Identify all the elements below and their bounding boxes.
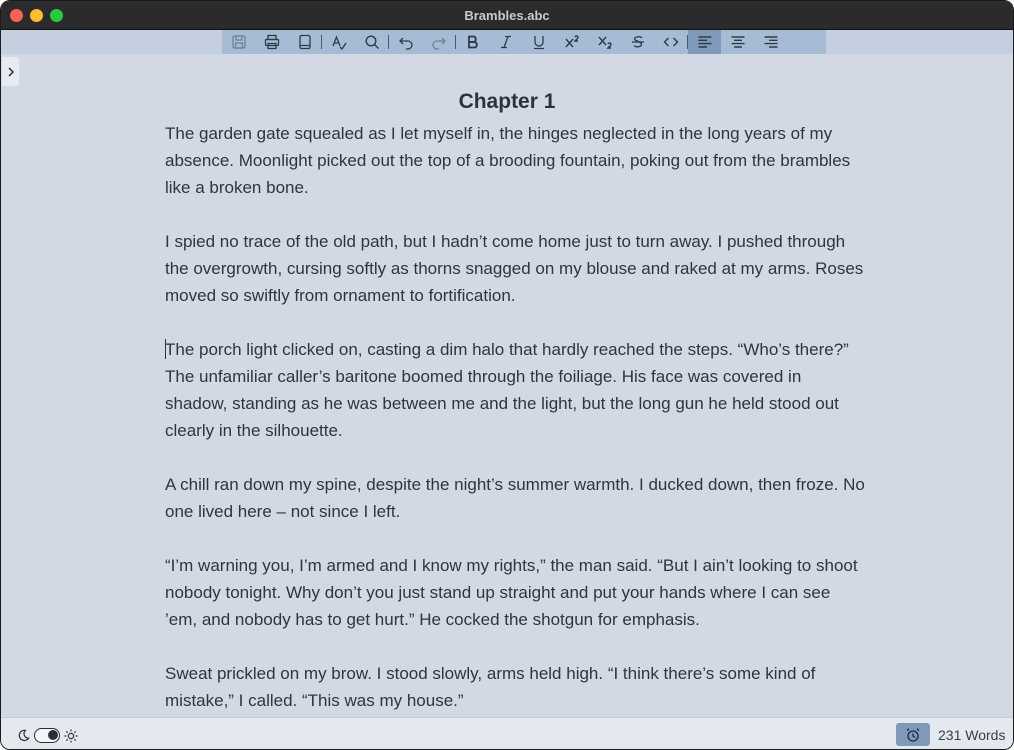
- align-left-button[interactable]: [688, 30, 721, 54]
- save-button[interactable]: [222, 30, 255, 54]
- spellcheck-icon: [331, 35, 347, 50]
- paragraph: Sweat prickled on my brow. I stood slowl…: [165, 664, 816, 710]
- title-bar: Brambles.abc: [1, 1, 1013, 30]
- strikethrough-button[interactable]: [621, 30, 654, 54]
- document-body[interactable]: The garden gate squealed as I let myself…: [165, 120, 865, 717]
- redo-icon: [431, 37, 446, 50]
- superscript-button[interactable]: [555, 30, 588, 54]
- theme-switch[interactable]: [34, 728, 60, 743]
- underline-icon: [533, 36, 544, 50]
- align-left-icon: [698, 36, 711, 48]
- undo-button[interactable]: [389, 30, 422, 54]
- theme-toggle[interactable]: [17, 728, 78, 743]
- status-bar: 231 Words: [1, 717, 1013, 749]
- chapter-title: Chapter 1: [458, 90, 556, 113]
- strikethrough-icon: [631, 36, 644, 48]
- italic-button[interactable]: [489, 30, 522, 54]
- italic-icon: [500, 35, 511, 49]
- align-center-button[interactable]: [721, 30, 754, 54]
- save-icon: [231, 35, 246, 49]
- sun-icon: [64, 729, 78, 742]
- paragraph: “I’m warning you, I’m armed and I know m…: [165, 556, 858, 629]
- app-window: Brambles.abc Chapter 1 The garden gate s…: [0, 0, 1014, 750]
- alarm-clock-icon: [906, 727, 920, 742]
- text-caret: [165, 339, 166, 359]
- redo-button[interactable]: [422, 30, 455, 54]
- code-button[interactable]: [654, 30, 687, 54]
- code-icon: [663, 37, 678, 47]
- superscript-icon: [564, 35, 579, 48]
- paragraph: A chill ran down my spine, despite the n…: [165, 475, 865, 521]
- align-right-icon: [764, 36, 777, 48]
- focus-mode-button[interactable]: [896, 723, 930, 746]
- book-button[interactable]: [288, 30, 321, 54]
- bold-icon: [467, 35, 478, 49]
- align-right-button[interactable]: [754, 30, 787, 54]
- underline-button[interactable]: [522, 30, 555, 54]
- window-title: Brambles.abc: [464, 8, 550, 23]
- switch-knob: [48, 730, 58, 740]
- book-icon: [298, 34, 311, 50]
- search-icon: [364, 35, 379, 49]
- print-button[interactable]: [255, 30, 288, 54]
- align-center-icon: [731, 36, 744, 48]
- formatting-toolbar: [222, 30, 826, 54]
- paragraph: I spied no trace of the old path, but I …: [165, 232, 864, 305]
- moon-icon: [18, 729, 30, 742]
- spellcheck-button[interactable]: [322, 30, 355, 54]
- search-button[interactable]: [355, 30, 388, 54]
- document-editor[interactable]: Chapter 1 The garden gate squealed as I …: [1, 54, 1013, 717]
- print-icon: [264, 34, 279, 50]
- subscript-button[interactable]: [588, 30, 621, 54]
- bold-button[interactable]: [456, 30, 489, 54]
- paragraph: The garden gate squealed as I let myself…: [165, 124, 851, 197]
- paragraph: The porch light clicked on, casting a di…: [165, 340, 849, 440]
- toolbar-strip: [1, 30, 1013, 54]
- undo-icon: [398, 37, 413, 50]
- word-count: 231 Words: [938, 727, 1006, 743]
- subscript-icon: [597, 36, 612, 49]
